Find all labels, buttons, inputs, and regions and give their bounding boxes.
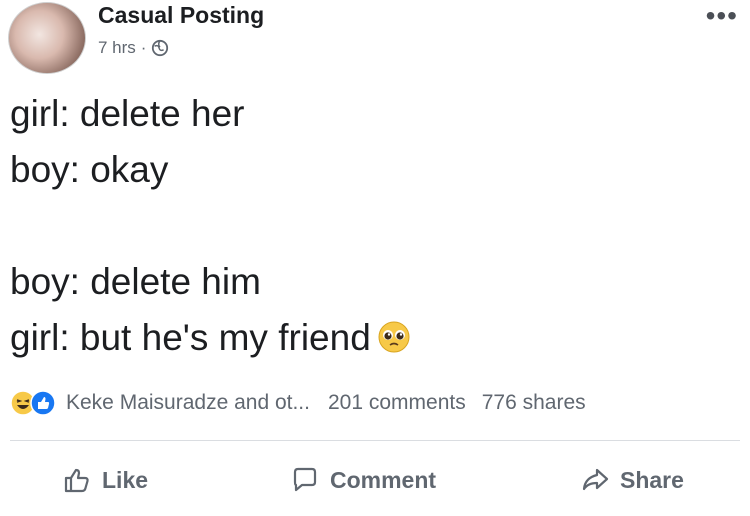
content-line: boy: okay xyxy=(10,149,169,190)
like-label: Like xyxy=(102,466,149,493)
comment-button[interactable]: Comment xyxy=(290,455,436,505)
globe-icon xyxy=(152,39,169,57)
share-count[interactable]: 776 shares xyxy=(482,391,586,415)
post-header: Casual Posting 7 hrs · ••• xyxy=(0,0,750,80)
reactors-text[interactable]: Keke Maisuradze and ot... xyxy=(66,391,310,415)
post-content: girl: delete her boy: okay boy: delete h… xyxy=(10,86,411,366)
share-arrow-icon xyxy=(582,468,609,491)
share-button[interactable]: Share xyxy=(580,455,684,505)
thumbs-up-icon xyxy=(64,468,89,493)
more-options-icon[interactable]: ••• xyxy=(706,2,738,30)
share-label: Share xyxy=(620,466,684,493)
comment-count[interactable]: 201 comments xyxy=(328,391,466,415)
comment-bubble-icon xyxy=(293,467,317,492)
content-line: boy: delete him xyxy=(10,261,261,302)
content-line-with-emoji: girl: but he's my friend xyxy=(10,310,411,366)
author-avatar[interactable] xyxy=(8,2,86,74)
content-line-text: girl: but he's my friend xyxy=(10,317,371,358)
reaction-summary: Keke Maisuradze and ot... 201 comments 7… xyxy=(10,383,750,423)
post-actions-bar: Like Comment Share xyxy=(0,455,750,505)
post-time[interactable]: 7 hrs xyxy=(98,38,136,58)
content-line: girl: delete her xyxy=(10,93,245,134)
post-meta: 7 hrs · xyxy=(98,38,169,58)
comment-label: Comment xyxy=(330,466,437,493)
meta-separator: · xyxy=(140,38,147,57)
like-button[interactable]: Like xyxy=(62,455,148,505)
author-name[interactable]: Casual Posting xyxy=(98,2,264,29)
pleading-face-emoji xyxy=(378,321,410,353)
action-divider xyxy=(10,440,740,441)
content-blank-line xyxy=(10,198,411,254)
like-reaction-icon[interactable] xyxy=(30,390,56,416)
